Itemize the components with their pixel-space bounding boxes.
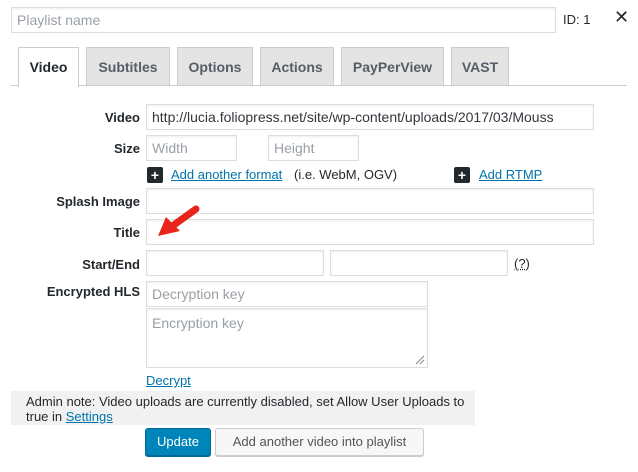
splash-image-input[interactable] xyxy=(146,188,594,214)
add-rtmp-link[interactable]: Add RTMP xyxy=(479,167,542,182)
add-another-video-button[interactable]: Add another video into playlist xyxy=(215,428,424,456)
update-button[interactable]: Update xyxy=(145,428,211,456)
height-input[interactable]: Height xyxy=(268,135,359,161)
width-input[interactable]: Width xyxy=(146,135,237,161)
start-input[interactable] xyxy=(146,250,324,276)
admin-note: Admin note: Video uploads are currently … xyxy=(11,391,475,425)
close-icon[interactable]: ✕ xyxy=(614,7,629,28)
encrypted-hls-label: Encrypted HLS xyxy=(46,284,140,299)
settings-link[interactable]: Settings xyxy=(66,409,113,424)
video-label: Video xyxy=(104,110,140,125)
resize-handle-icon[interactable] xyxy=(415,355,425,365)
end-input[interactable] xyxy=(330,250,508,276)
tab-actions[interactable]: Actions xyxy=(260,47,334,85)
add-format-hint: (i.e. WebM, OGV) xyxy=(294,167,398,182)
tab-subtitles[interactable]: Subtitles xyxy=(86,47,170,85)
decrypt-link[interactable]: Decrypt xyxy=(146,373,191,388)
help-icon[interactable]: (?) xyxy=(514,256,530,271)
add-format-link[interactable]: Add another format xyxy=(171,167,282,182)
tab-video[interactable]: Video xyxy=(18,47,79,87)
playlist-id-label: ID: 1 xyxy=(563,12,591,27)
start-end-label: Start/End xyxy=(82,257,140,272)
splash-image-label: Splash Image xyxy=(56,194,140,209)
playlist-name-input[interactable]: Playlist name xyxy=(11,7,556,33)
tab-payperview[interactable]: PayPerView xyxy=(341,47,444,85)
add-format-plus-icon[interactable]: + xyxy=(147,167,163,183)
encryption-key-textarea[interactable]: Encryption key xyxy=(146,308,428,368)
tab-vast[interactable]: VAST xyxy=(451,47,509,85)
decryption-key-input[interactable]: Decryption key xyxy=(146,281,428,307)
title-label: Title xyxy=(113,225,141,240)
video-url-input[interactable]: http://lucia.foliopress.net/site/wp-cont… xyxy=(146,104,594,130)
size-label: Size xyxy=(113,141,140,156)
red-arrow-icon xyxy=(158,205,200,236)
tab-options[interactable]: Options xyxy=(177,47,253,85)
add-rtmp-plus-icon[interactable]: + xyxy=(454,167,470,183)
title-input[interactable] xyxy=(146,219,594,245)
